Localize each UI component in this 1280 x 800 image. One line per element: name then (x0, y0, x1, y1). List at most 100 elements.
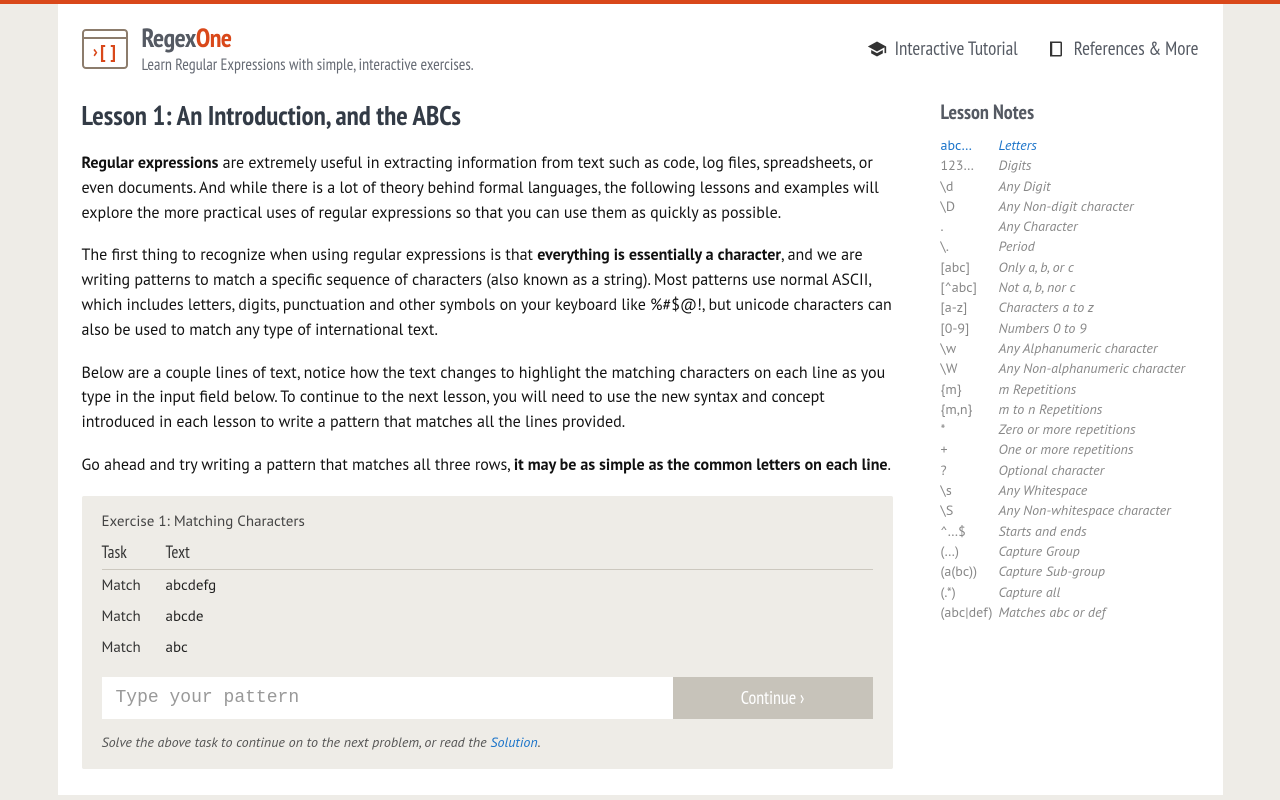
text-cell: abc (166, 638, 188, 657)
note-description: Any Digit (999, 176, 1051, 196)
solution-link[interactable]: Solution (490, 733, 537, 751)
logo-icon: ›[ ] (82, 29, 128, 69)
note-pattern: . (941, 216, 999, 236)
lesson-note-item[interactable]: {m}m Repetitions (941, 379, 1199, 399)
exercise-table-body: MatchabcdefgMatchabcdeMatchabc (102, 570, 873, 663)
p4-a: Go ahead and try writing a pattern that … (82, 455, 514, 475)
lesson-note-item[interactable]: ^…$Starts and ends (941, 521, 1199, 541)
note-description: One or more repetitions (999, 439, 1134, 459)
hint-period: . (538, 733, 541, 751)
note-description: Capture Sub-group (999, 561, 1106, 581)
lesson-note-item[interactable]: [abc]Only a, b, or c (941, 257, 1199, 277)
lesson-paragraph-1: Regular expressions are extremely useful… (82, 151, 893, 225)
note-description: Capture all (999, 582, 1061, 602)
lesson-note-item[interactable]: \WAny Non-alphanumeric character (941, 358, 1199, 378)
p4-c: . (888, 455, 891, 475)
lesson-note-item[interactable]: *Zero or more repetitions (941, 419, 1199, 439)
table-row: Matchabcde (102, 601, 873, 632)
text-cell: abcdefg (166, 576, 217, 595)
note-description: Capture Group (999, 541, 1080, 561)
note-pattern: (abc|def) (941, 602, 999, 622)
note-description: Any Non-alphanumeric character (999, 358, 1185, 378)
lesson-note-item[interactable]: \SAny Non-whitespace character (941, 500, 1199, 520)
lesson-note-item[interactable]: 123…Digits (941, 155, 1199, 175)
pattern-input[interactable] (102, 677, 673, 719)
note-pattern: \s (941, 480, 999, 500)
lesson-note-item[interactable]: \DAny Non-digit character (941, 196, 1199, 216)
lesson-paragraph-4: Go ahead and try writing a pattern that … (82, 453, 893, 478)
note-description: Any Whitespace (999, 480, 1088, 500)
note-pattern: abc… (941, 135, 999, 155)
note-pattern: (a(bc)) (941, 561, 999, 581)
exercise-panel: Exercise 1: Matching Characters Task Tex… (82, 496, 893, 769)
brand-tagline: Learn Regular Expressions with simple, i… (142, 55, 474, 75)
col-task: Task (102, 541, 166, 563)
continue-button[interactable]: Continue › (673, 677, 873, 719)
note-pattern: + (941, 439, 999, 459)
note-description: Only a, b, or c (999, 257, 1074, 277)
note-pattern: \D (941, 196, 999, 216)
table-row: Matchabc (102, 632, 873, 663)
brand-block[interactable]: ›[ ] RegexOne Learn Regular Expressions … (82, 22, 474, 75)
note-description: Period (999, 236, 1035, 256)
lesson-note-item[interactable]: (abc|def)Matches abc or def (941, 602, 1199, 622)
lesson-note-item[interactable]: \sAny Whitespace (941, 480, 1199, 500)
note-pattern: {m} (941, 379, 999, 399)
lesson-note-item[interactable]: \.Period (941, 236, 1199, 256)
note-pattern: (.*) (941, 582, 999, 602)
note-pattern: \S (941, 500, 999, 520)
note-description: Not a, b, nor c (999, 277, 1076, 297)
header: ›[ ] RegexOne Learn Regular Expressions … (82, 22, 1199, 75)
note-description: Characters a to z (999, 297, 1094, 317)
lesson-note-item[interactable]: +One or more repetitions (941, 439, 1199, 459)
nav-references-link[interactable]: References & More (1046, 37, 1199, 61)
sidebar-title: Lesson Notes (941, 99, 1199, 125)
content-row: Lesson 1: An Introduction, and the ABCs … (82, 99, 1199, 769)
lesson-note-item[interactable]: [^abc]Not a, b, nor c (941, 277, 1199, 297)
brand-text: RegexOne Learn Regular Expressions with … (142, 22, 474, 75)
nav-tutorial-link[interactable]: Interactive Tutorial (867, 37, 1018, 61)
exercise-table: Task Text MatchabcdefgMatchabcdeMatchabc (102, 541, 873, 663)
lesson-note-item[interactable]: \wAny Alphanumeric character (941, 338, 1199, 358)
header-nav: Interactive Tutorial References & More (867, 37, 1199, 61)
lesson-note-item[interactable]: (…)Capture Group (941, 541, 1199, 561)
note-pattern: (…) (941, 541, 999, 561)
lesson-paragraph-2: The first thing to recognize when using … (82, 243, 893, 342)
exercise-input-row: Continue › (102, 677, 873, 719)
note-description: Any Non-digit character (999, 196, 1134, 216)
bold-term-character: everything is essentially a character (537, 245, 781, 265)
note-description: Any Character (999, 216, 1078, 236)
table-row: Matchabcdefg (102, 570, 873, 601)
note-description: Any Non-whitespace character (999, 500, 1171, 520)
lesson-note-item[interactable]: .Any Character (941, 216, 1199, 236)
lesson-note-item[interactable]: (.*)Capture all (941, 582, 1199, 602)
brand-name-a: Regex (142, 22, 196, 55)
bold-term-regex: Regular expressions (82, 153, 219, 173)
lesson-note-item[interactable]: [0-9]Numbers 0 to 9 (941, 318, 1199, 338)
lesson-notes-list: abc…Letters123…Digits\dAny Digit\DAny No… (941, 135, 1199, 622)
note-pattern: * (941, 419, 999, 439)
exercise-title: Exercise 1: Matching Characters (102, 512, 873, 531)
task-cell: Match (102, 607, 166, 626)
text-cell: abcde (166, 607, 204, 626)
note-pattern: \W (941, 358, 999, 378)
lesson-paragraph-3: Below are a couple lines of text, notice… (82, 361, 893, 435)
note-pattern: ? (941, 460, 999, 480)
lesson-note-item[interactable]: abc…Letters (941, 135, 1199, 155)
note-description: Optional character (999, 460, 1105, 480)
col-text: Text (166, 541, 190, 563)
p2-a: The first thing to recognize when using … (82, 245, 538, 265)
note-pattern: ^…$ (941, 521, 999, 541)
lesson-note-item[interactable]: (a(bc))Capture Sub-group (941, 561, 1199, 581)
note-description: m to n Repetitions (999, 399, 1103, 419)
note-pattern: 123… (941, 155, 999, 175)
lesson-note-item[interactable]: ?Optional character (941, 460, 1199, 480)
note-description: Digits (999, 155, 1032, 175)
exercise-table-header: Task Text (102, 541, 873, 570)
note-description: Starts and ends (999, 521, 1087, 541)
lesson-note-item[interactable]: {m,n}m to n Repetitions (941, 399, 1199, 419)
note-description: Numbers 0 to 9 (999, 318, 1087, 338)
bold-hint: it may be as simple as the common letter… (514, 455, 888, 475)
lesson-note-item[interactable]: [a-z]Characters a to z (941, 297, 1199, 317)
lesson-note-item[interactable]: \dAny Digit (941, 176, 1199, 196)
